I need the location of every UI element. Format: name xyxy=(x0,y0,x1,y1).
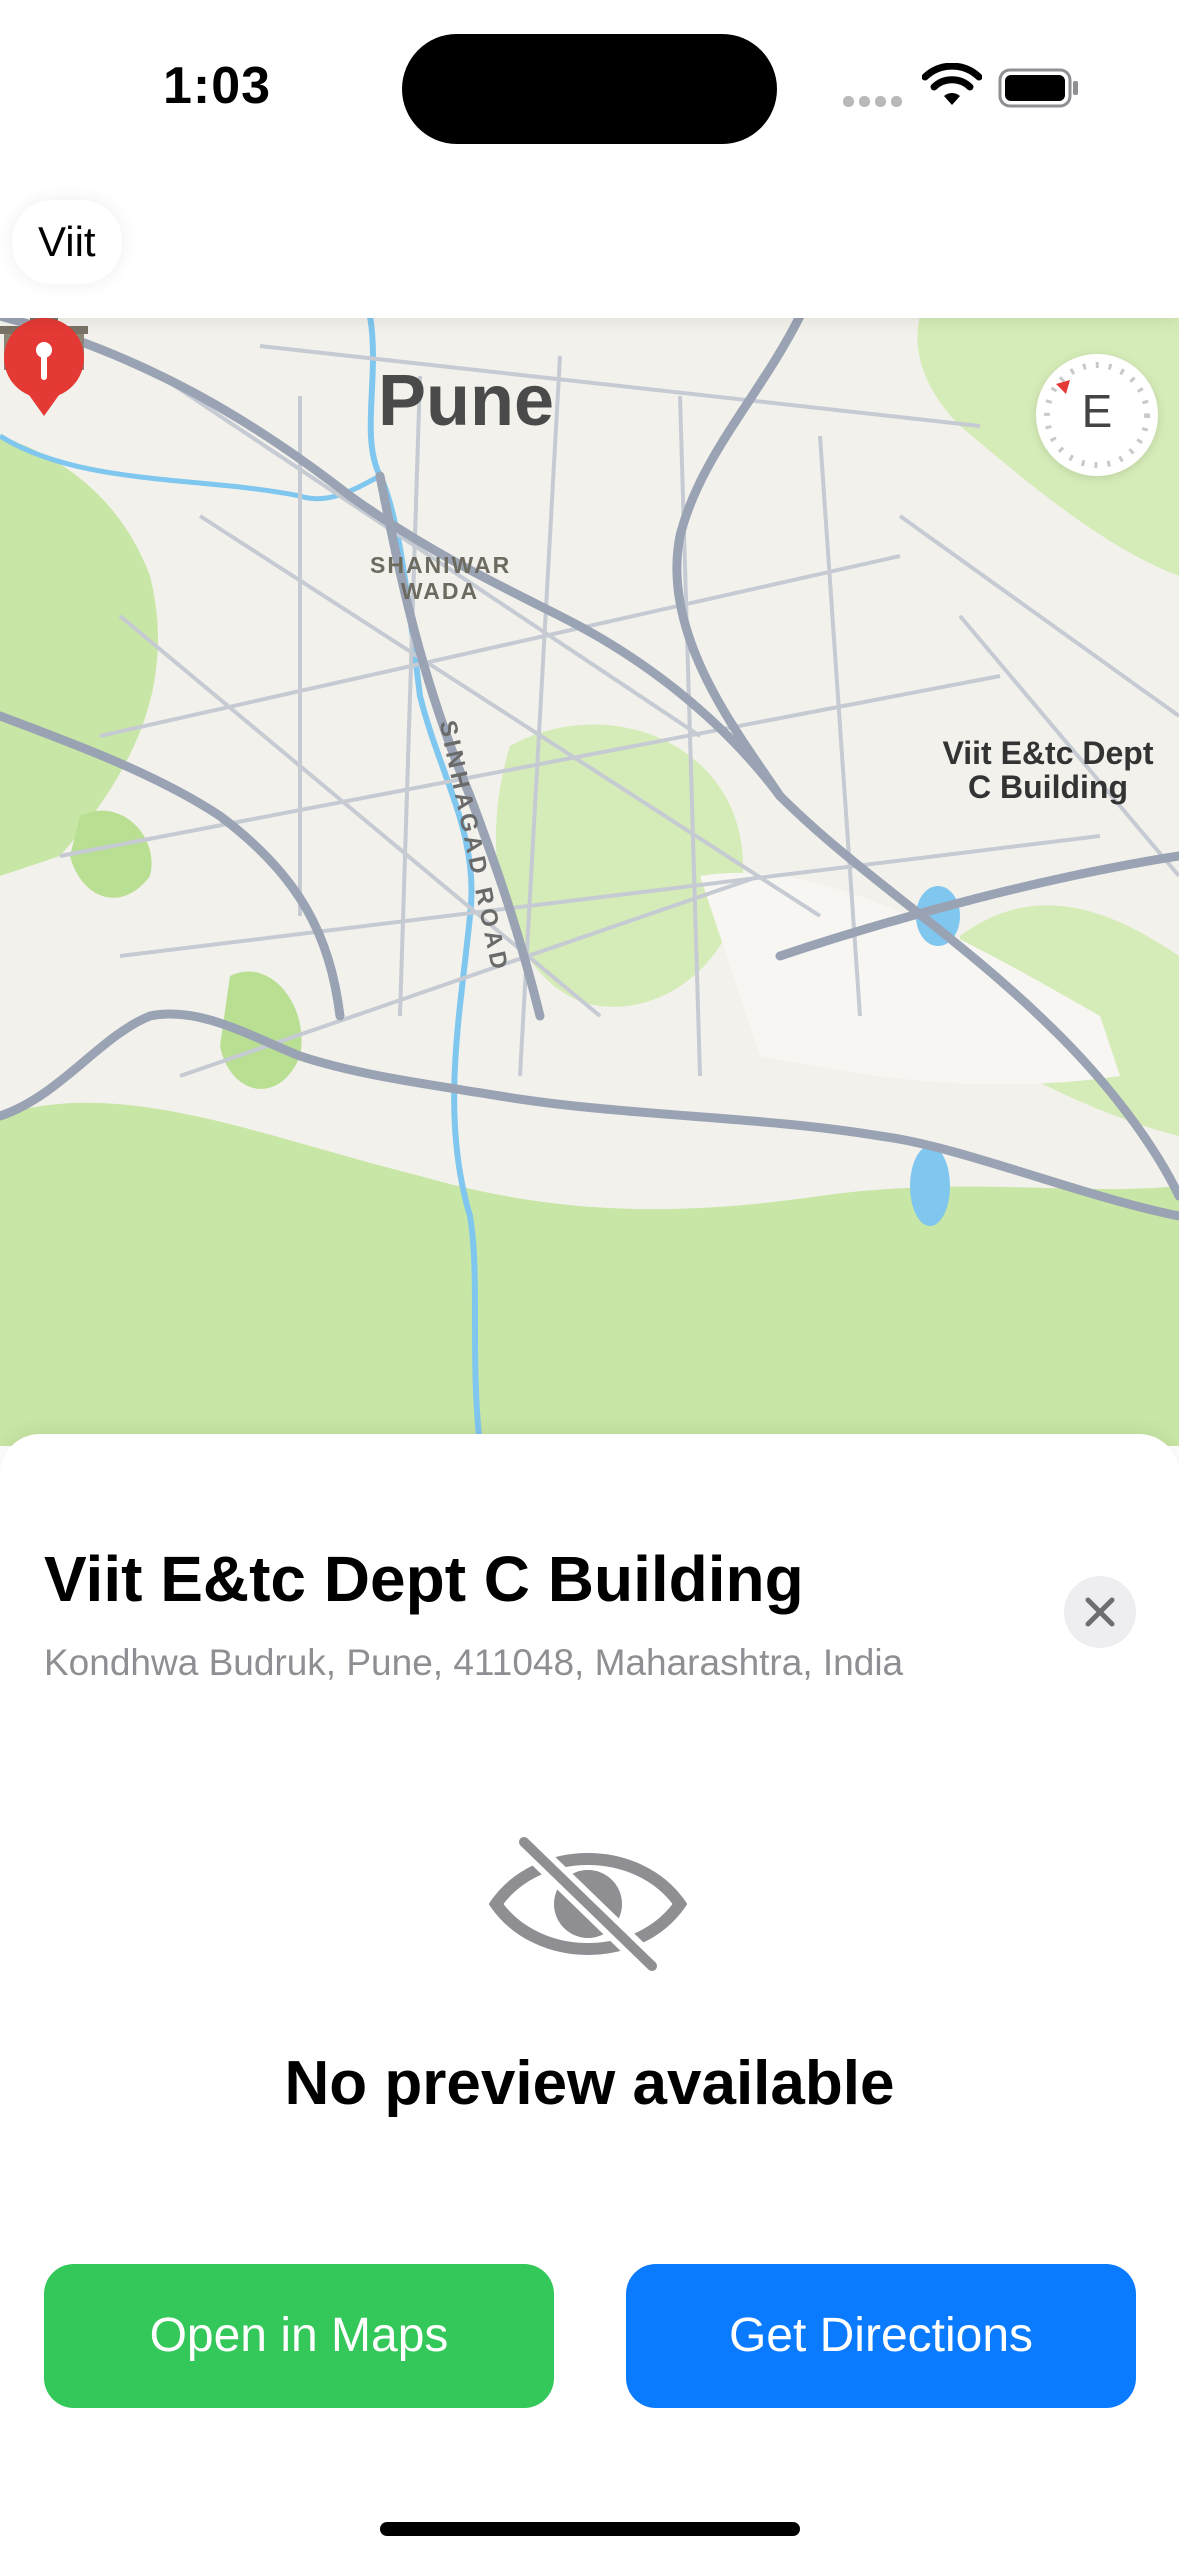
compass-heading: E xyxy=(1081,385,1113,437)
dynamic-island xyxy=(402,34,777,144)
location-pin-icon[interactable] xyxy=(0,316,88,436)
place-address: Kondhwa Budruk, Pune, 411048, Maharashtr… xyxy=(44,1642,904,1683)
map-canvas xyxy=(0,316,1179,1446)
status-bar: 1:03 xyxy=(0,0,1179,170)
get-directions-button[interactable]: Get Directions xyxy=(626,2264,1136,2408)
landmark-label: SHANIWAR WADA xyxy=(370,552,512,604)
place-detail-sheet: Viit E&tc Dept C Building Kondhwa Budruk… xyxy=(0,1434,1179,2556)
wifi-icon xyxy=(922,63,982,105)
home-indicator[interactable] xyxy=(380,2522,800,2536)
map-view[interactable]: Pune SHANIWAR WADA SINHAGAD ROAD E Viit … xyxy=(0,316,1179,1446)
place-title: Viit E&tc Dept C Building xyxy=(44,1543,804,1615)
cellular-signal-icon xyxy=(843,94,907,112)
compass-button[interactable]: E xyxy=(1036,354,1158,476)
city-label: Pune xyxy=(378,361,555,441)
status-time: 1:03 xyxy=(163,57,272,115)
navigation-bar: Viit xyxy=(0,170,1179,318)
battery-icon xyxy=(998,68,1078,108)
close-icon xyxy=(1085,1597,1115,1627)
eye-slash-icon xyxy=(488,1834,688,1974)
close-button[interactable] xyxy=(1064,1576,1136,1648)
no-preview-text: No preview available xyxy=(284,2049,895,2118)
back-button[interactable]: Viit xyxy=(12,200,122,284)
poi-label[interactable]: Viit E&tc Dept C Building xyxy=(928,736,1168,804)
open-in-maps-button[interactable]: Open in Maps xyxy=(44,2264,554,2408)
